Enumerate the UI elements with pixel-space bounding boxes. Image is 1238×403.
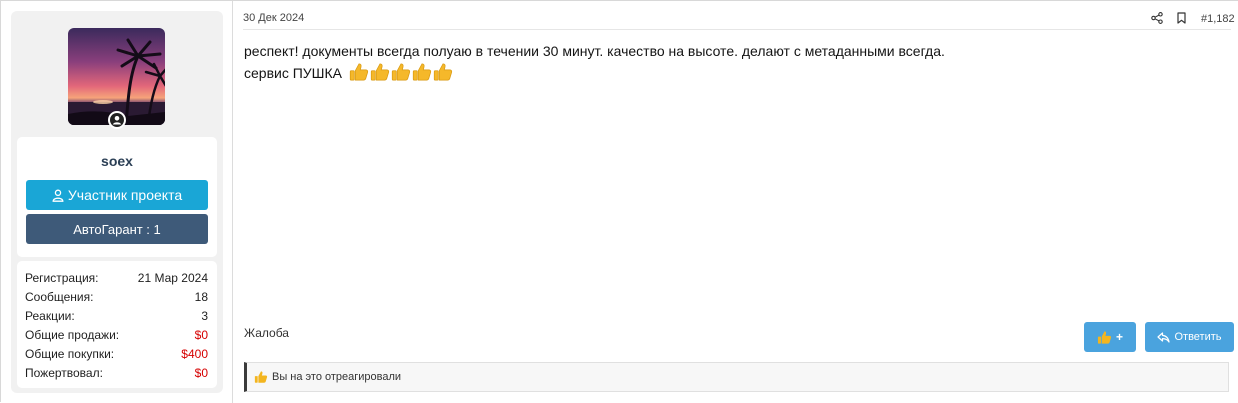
- stat-row-donated: Пожертвовал: $0: [25, 364, 208, 383]
- post-number-link[interactable]: #1,182: [1201, 13, 1235, 25]
- stat-row-registration: Регистрация: 21 Мар 2024: [25, 269, 208, 288]
- auto-garant-label: АвтоГарант : 1: [73, 221, 161, 237]
- online-status-badge: [108, 111, 126, 129]
- stat-value: $0: [194, 328, 208, 342]
- reactions-bar[interactable]: Вы на это отреагировали: [244, 362, 1229, 392]
- user-icon: [110, 113, 124, 127]
- thumbs-up-emoji: [391, 63, 410, 81]
- stat-row-reactions: Реакции: 3: [25, 307, 208, 326]
- stat-value: $0: [194, 366, 208, 380]
- reply-button-label: Ответить: [1174, 331, 1222, 343]
- stat-row-messages: Сообщения: 18: [25, 288, 208, 307]
- post-date[interactable]: 30 Дек 2024: [243, 12, 304, 24]
- user-sidebar: soex Участник проекта АвтоГарант : 1 Рег…: [11, 11, 223, 393]
- user-outline-icon: [52, 189, 64, 202]
- thumbs-up-icon: [254, 371, 268, 383]
- thumbs-up-emoji: [370, 63, 389, 81]
- react-like-button[interactable]: +: [1084, 322, 1136, 352]
- post-header-divider: [243, 29, 1231, 30]
- stat-label: Пожертвовал:: [25, 366, 103, 380]
- auto-garant-badge[interactable]: АвтоГарант : 1: [26, 214, 208, 244]
- thumbs-up-emoji-group: [349, 62, 453, 82]
- stat-label: Общие продажи:: [25, 328, 120, 342]
- post-content: респект! документы всегда полуаю в течен…: [244, 40, 1224, 84]
- post-text-line: респект! документы всегда полуаю в течен…: [244, 43, 945, 59]
- reply-icon: [1157, 331, 1171, 343]
- like-button-label: +: [1115, 330, 1123, 344]
- stat-label: Регистрация:: [25, 271, 99, 285]
- thumbs-up-emoji: [412, 63, 431, 81]
- stat-label: Сообщения:: [25, 290, 94, 304]
- reaction-summary-text: Вы на это отреагировали: [272, 371, 402, 383]
- reply-button[interactable]: Ответить: [1145, 322, 1234, 352]
- thumbs-up-emoji: [433, 63, 452, 81]
- share-icon[interactable]: [1151, 12, 1163, 24]
- avatar-container: [68, 28, 165, 129]
- username[interactable]: soex: [17, 153, 217, 169]
- stat-value: 18: [194, 290, 208, 304]
- post-text: сервис ПУШКА: [244, 65, 342, 81]
- stat-label: Общие покупки:: [25, 347, 115, 361]
- stat-value: 3: [201, 309, 208, 323]
- stat-value: 21 Мар 2024: [137, 271, 208, 285]
- bookmark-icon[interactable]: [1176, 12, 1187, 24]
- column-divider: [232, 1, 233, 403]
- user-card: soex Участник проекта АвтоГарант : 1: [17, 137, 217, 257]
- stat-label: Реакции:: [25, 309, 75, 323]
- stat-row-total-sales: Общие продажи: $0: [25, 326, 208, 345]
- stat-row-total-purchases: Общие покупки: $400: [25, 345, 208, 364]
- thumbs-up-emoji: [349, 63, 368, 81]
- user-role-label: Участник проекта: [67, 187, 183, 203]
- thumbs-up-icon: [1097, 330, 1112, 344]
- post-text-line-2: сервис ПУШКА: [244, 62, 1224, 84]
- user-stats: Регистрация: 21 Мар 2024 Сообщения: 18 Р…: [17, 261, 217, 388]
- user-role-badge[interactable]: Участник проекта: [26, 180, 208, 210]
- stat-value: $400: [181, 347, 208, 361]
- report-link[interactable]: Жалоба: [244, 326, 289, 340]
